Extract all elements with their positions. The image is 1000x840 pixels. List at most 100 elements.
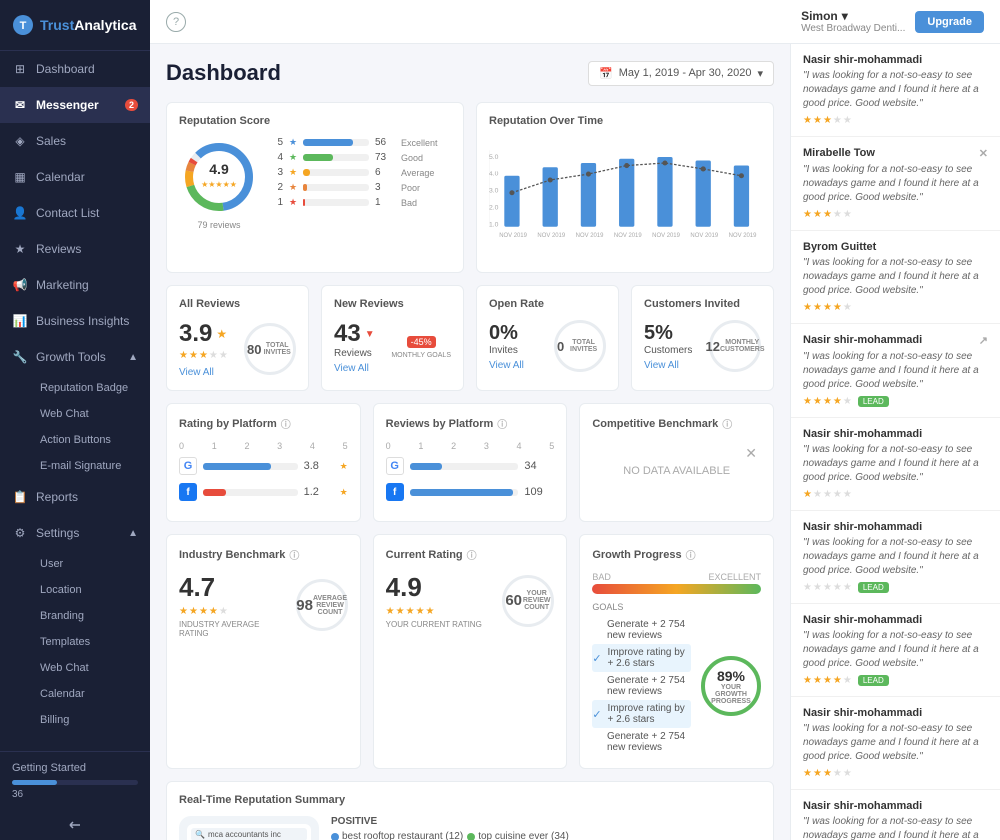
review-stars: ★★★★★ — [803, 209, 988, 220]
sidebar-item-calendar[interactable]: ▦ Calendar — [0, 159, 150, 195]
sidebar-item-sales[interactable]: ◈ Sales — [0, 123, 150, 159]
all-reviews-value: 3.9 — [179, 320, 212, 348]
new-reviews-card: New Reviews 43 ▼ Reviews View All -45% — [321, 285, 464, 391]
sidebar-item-contact-list[interactable]: 👤 Contact List — [0, 195, 150, 231]
sidebar-item-settings[interactable]: ⚙ Settings ▲ — [0, 515, 150, 551]
reviewer-name: Mirabelle Tow — [803, 147, 875, 160]
bar-row-1: 1 ★ 1 Bad — [271, 197, 451, 208]
date-range-value: May 1, 2019 - Apr 30, 2020 — [619, 67, 752, 79]
reviewer-name: Byrom Guittet — [803, 241, 876, 253]
user-name: Simon ▾ — [801, 9, 905, 23]
review-text: "I was looking for a not-so-easy to see … — [803, 163, 988, 205]
keywords-section: POSITIVE best rooftop restaurant (12) to… — [331, 816, 659, 840]
sidebar-item-action-buttons[interactable]: Action Buttons — [28, 427, 150, 453]
realtime-summary-title: Real-Time Reputation Summary — [179, 794, 761, 806]
goal-item-1: Generate + 2 754 new reviews — [592, 616, 691, 644]
competitive-benchmark-title: Competitive Benchmark ⓘ — [592, 416, 761, 431]
new-reviews-value: 43 — [334, 320, 361, 348]
dashboard-header: Dashboard 📅 May 1, 2019 - Apr 30, 2020 ▾ — [166, 60, 774, 86]
sidebar-item-messenger[interactable]: ✉ Messenger 2 — [0, 87, 150, 123]
kw-item: best rooftop restaurant (12) — [331, 831, 463, 840]
star-rating-icon: ★ — [216, 327, 227, 341]
industry-benchmark-card: Industry Benchmark ⓘ 4.7 ★★★★★ INDUSTRY … — [166, 534, 361, 769]
rating-bars: 5 ★ 56 Excellent 4 ★ 73 — [271, 137, 451, 230]
review-text: "I was looking for a not-so-easy to see … — [803, 629, 988, 671]
sidebar-item-calendar-s[interactable]: Calendar — [28, 681, 150, 707]
google-rating-row: G 3.8 ★ — [179, 457, 348, 475]
facebook-reviews-row: f 109 — [386, 483, 555, 501]
logo-text: TrustAnalytica — [40, 17, 136, 33]
sidebar-item-location[interactable]: Location — [28, 577, 150, 603]
close-icon-benchmark[interactable]: ✕ — [745, 445, 757, 462]
progress-pct: 36 — [12, 789, 138, 800]
sidebar-item-growth-tools[interactable]: 🔧 Growth Tools ▲ — [0, 339, 150, 375]
review-text: "I was looking for a not-so-easy to see … — [803, 722, 988, 764]
sidebar-item-reputation-badge[interactable]: Reputation Badge — [28, 375, 150, 401]
svg-text:1.0: 1.0 — [489, 222, 499, 229]
current-rating-label: YOUR CURRENT RATING — [386, 620, 482, 629]
svg-text:2.0: 2.0 — [489, 205, 499, 212]
user-company: West Broadway Denti... — [801, 23, 905, 34]
google-rating-value: 3.8 — [304, 460, 334, 472]
svg-text:★★★★★: ★★★★★ — [201, 180, 237, 189]
info-icon-reviews[interactable]: ⓘ — [497, 416, 507, 431]
info-icon-growth[interactable]: ⓘ — [686, 547, 696, 562]
growth-progress-title: Growth Progress ⓘ — [592, 547, 761, 562]
svg-text:NOV 2019: NOV 2019 — [576, 233, 604, 239]
svg-text:NOV 2019: NOV 2019 — [537, 233, 565, 239]
facebook-reviews-value: 109 — [524, 486, 554, 498]
customers-invited-view-all[interactable]: View All — [644, 360, 692, 371]
info-icon-current[interactable]: ⓘ — [467, 547, 477, 562]
sidebar-item-reports[interactable]: 📋 Reports — [0, 479, 150, 515]
svg-text:NOV 2019: NOV 2019 — [614, 233, 642, 239]
sidebar-item-billing[interactable]: Billing — [28, 707, 150, 733]
phone-preview: 🔍mca accountants inc ALLMAPSIMAGESVIDEOS… — [179, 816, 319, 840]
sidebar-item-web-chat-s[interactable]: Web Chat — [28, 655, 150, 681]
star-icon-4: ★ — [289, 152, 297, 163]
open-rate-view-all[interactable]: View All — [489, 360, 524, 371]
sidebar-item-reviews[interactable]: ★ Reviews — [0, 231, 150, 267]
sidebar-item-marketing[interactable]: 📢 Marketing — [0, 267, 150, 303]
sidebar-item-email-signature[interactable]: E-mail Signature — [28, 453, 150, 479]
review-item-1: Nasir shir-mohammadi "I was looking for … — [791, 44, 1000, 137]
growth-progress-bar — [592, 584, 761, 594]
review-item-5: Nasir shir-mohammadi "I was looking for … — [791, 418, 1000, 511]
info-icon-benchmark[interactable]: ⓘ — [722, 416, 732, 431]
chevron-up-icon-settings: ▲ — [128, 528, 138, 539]
new-reviews-view-all[interactable]: View All — [334, 363, 375, 374]
lead-badge: LEAD — [858, 582, 889, 593]
sidebar-item-dashboard[interactable]: ⊞ Dashboard — [0, 51, 150, 87]
user-info[interactable]: Simon ▾ West Broadway Denti... — [801, 9, 905, 34]
star-icon-fb: ★ — [340, 487, 348, 498]
rating-by-platform-card: Rating by Platform ⓘ 012345 G 3.8 ★ f 1.… — [166, 403, 361, 522]
sidebar-bottom: Getting Started 36 — [0, 751, 150, 810]
rating-by-platform-title: Rating by Platform ⓘ — [179, 416, 348, 431]
sidebar-item-user[interactable]: User — [28, 551, 150, 577]
dashboard: Dashboard 📅 May 1, 2019 - Apr 30, 2020 ▾… — [150, 44, 790, 840]
reviews-by-platform-card: Reviews by Platform ⓘ 012345 G 34 f 109 — [373, 403, 568, 522]
review-item-2: Mirabelle Tow ✕ "I was looking for a not… — [791, 137, 1000, 231]
svg-text:5.0: 5.0 — [489, 154, 499, 161]
open-rate-value: 0% — [489, 322, 524, 345]
all-reviews-view-all[interactable]: View All — [179, 367, 228, 378]
date-range-picker[interactable]: 📅 May 1, 2019 - Apr 30, 2020 ▾ — [588, 61, 774, 86]
star-icon-2: ★ — [289, 182, 297, 193]
reputation-chart: 5.0 4.0 3.0 2.0 1.0 NOV 2019 NOV 2019 NO… — [489, 137, 761, 257]
review-text: "I was looking for a not-so-easy to see … — [803, 69, 988, 111]
content-area: Dashboard 📅 May 1, 2019 - Apr 30, 2020 ▾… — [150, 44, 1000, 840]
sidebar-item-branding[interactable]: Branding — [28, 603, 150, 629]
main: ? Simon ▾ West Broadway Denti... Upgrade… — [150, 0, 1000, 840]
sidebar-collapse-button[interactable] — [0, 810, 150, 840]
close-icon-review[interactable]: ✕ — [979, 147, 988, 160]
share-icon-review[interactable]: ↗ — [979, 334, 988, 347]
sidebar-item-business-insights[interactable]: 📊 Business Insights — [0, 303, 150, 339]
sidebar-item-web-chat[interactable]: Web Chat — [28, 401, 150, 427]
info-icon-rating[interactable]: ⓘ — [281, 416, 291, 431]
help-button[interactable]: ? — [166, 12, 186, 32]
sidebar-item-templates[interactable]: Templates — [28, 629, 150, 655]
review-item-7: Nasir shir-mohammadi "I was looking for … — [791, 604, 1000, 697]
upgrade-button[interactable]: Upgrade — [915, 11, 984, 33]
review-stars: ★★★★★ — [803, 582, 852, 593]
industry-review-count-circle: 98 AVERAGE REVIEW COUNT — [296, 579, 348, 631]
info-icon-industry[interactable]: ⓘ — [289, 547, 299, 562]
